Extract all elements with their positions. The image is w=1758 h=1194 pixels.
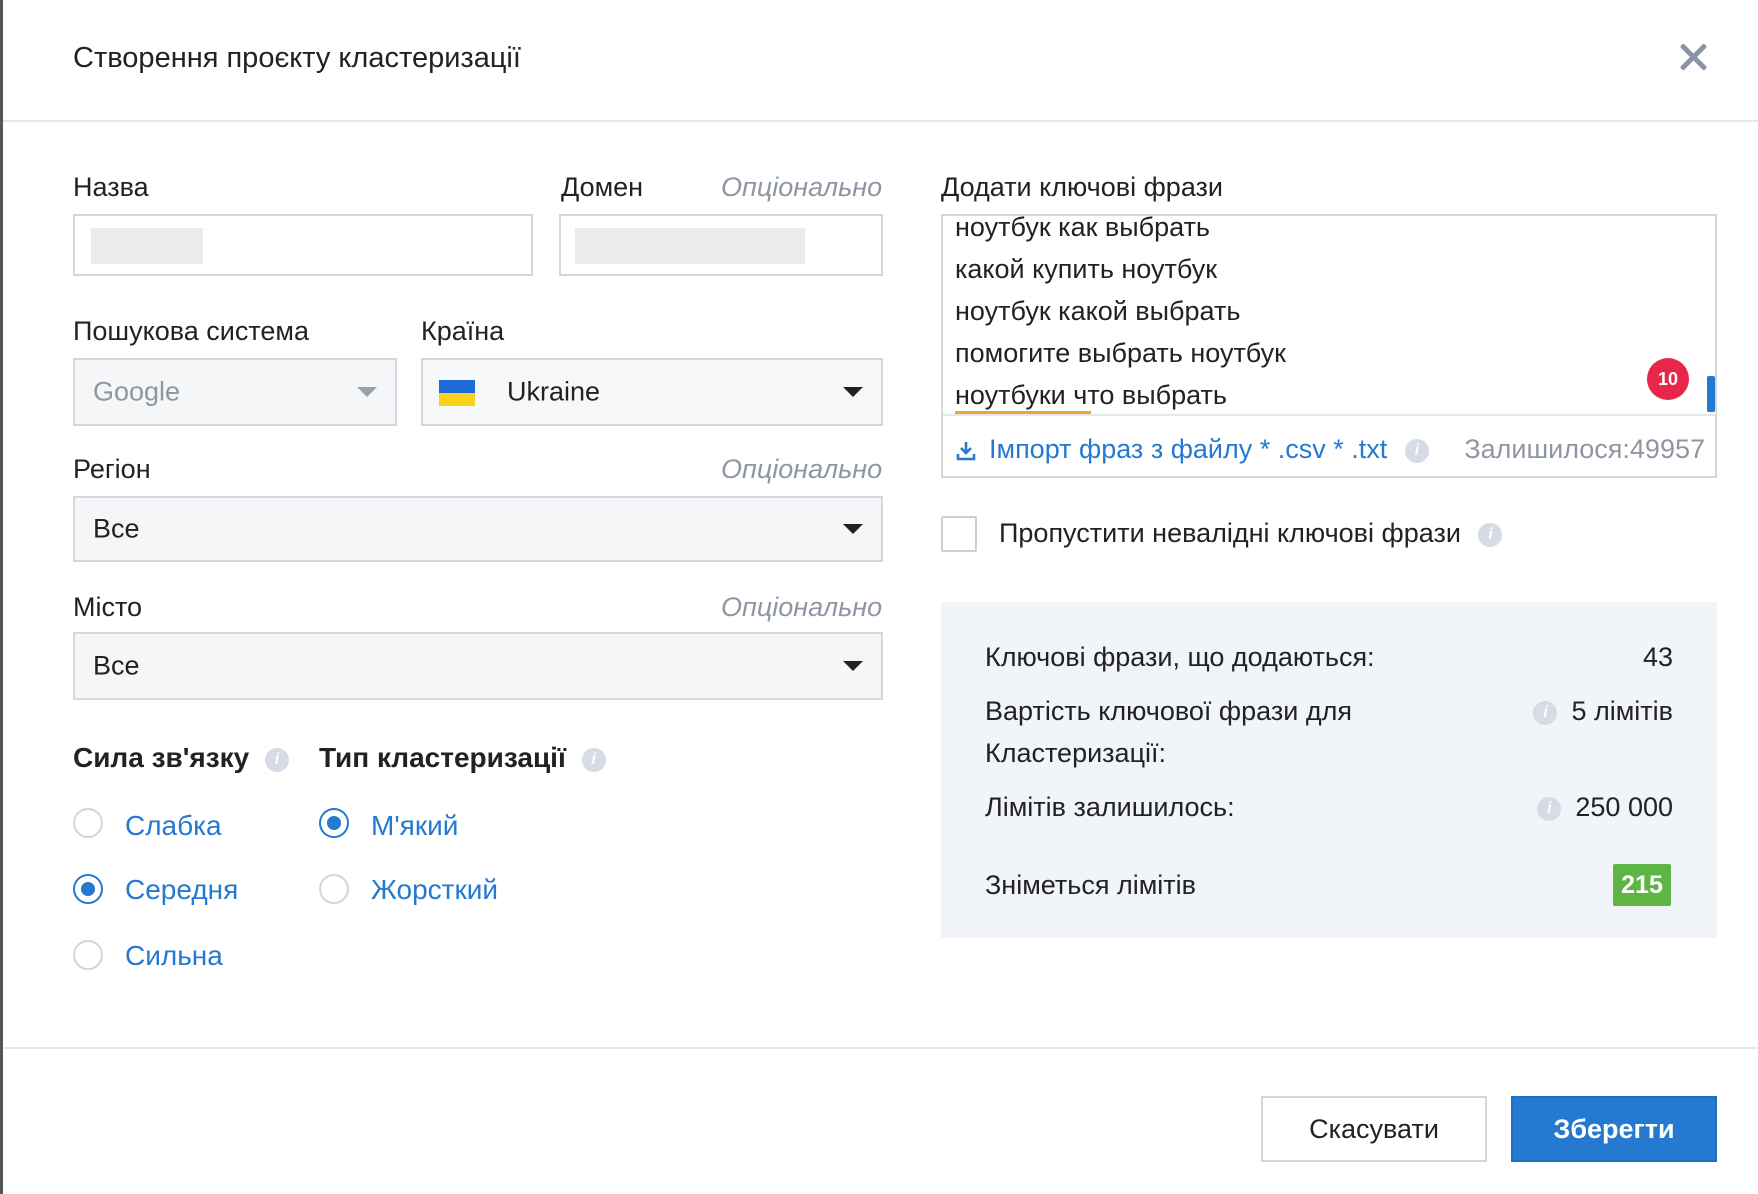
save-button[interactable]: Зберегти bbox=[1511, 1096, 1717, 1162]
city-select[interactable]: Все bbox=[73, 632, 883, 700]
chevron-down-icon bbox=[843, 387, 863, 397]
search-engine-value: Google bbox=[93, 376, 181, 407]
domain-optional-hint: Опціонально bbox=[721, 172, 883, 202]
limits-left-value: 250 000 bbox=[1575, 792, 1673, 822]
domain-input[interactable] bbox=[559, 214, 883, 276]
keywords-label: Додати ключові фрази bbox=[941, 172, 1223, 202]
remaining-count: Залишилося:49957 bbox=[1464, 434, 1705, 464]
link-strong-label[interactable]: Сильна bbox=[125, 940, 223, 972]
dialog-title: Створення проєкту кластеризації bbox=[73, 42, 521, 74]
cost-value: 5 лімітів bbox=[1571, 696, 1673, 726]
name-input[interactable] bbox=[73, 214, 533, 276]
region-value: Все bbox=[93, 513, 140, 544]
import-file-link[interactable]: Імпорт фраз з файлу * .csv * .txt i bbox=[955, 434, 1429, 465]
country-select[interactable]: Ukraine bbox=[421, 358, 883, 426]
link-strength-label: Сила зв'язку bbox=[73, 742, 250, 773]
country-value: Ukraine bbox=[507, 376, 601, 407]
keyword-line: ноутбук как выбрать bbox=[955, 214, 1210, 242]
keywords-textarea[interactable]: ноутбук как выбрать какой купить ноутбук… bbox=[941, 214, 1717, 478]
region-select[interactable]: Все bbox=[73, 496, 883, 562]
added-keywords-label: Ключові фрази, що додаються: bbox=[985, 642, 1375, 672]
domain-label: Домен bbox=[561, 172, 644, 202]
keyword-line: какой купить ноутбук bbox=[955, 254, 1218, 284]
name-label: Назва bbox=[73, 172, 149, 202]
redacted-value bbox=[575, 228, 805, 264]
city-label: Місто bbox=[73, 592, 143, 622]
info-icon[interactable]: i bbox=[1537, 796, 1562, 821]
city-value: Все bbox=[93, 650, 140, 681]
chevron-down-icon bbox=[843, 524, 863, 534]
charge-badge: 215 bbox=[1613, 864, 1671, 906]
link-weak-label[interactable]: Слабка bbox=[125, 810, 222, 842]
radio-cluster-hard[interactable] bbox=[319, 874, 349, 904]
skip-invalid-checkbox[interactable] bbox=[941, 516, 977, 552]
cluster-soft-label[interactable]: М'який bbox=[371, 810, 458, 842]
keyword-line: помогите выбрать ноутбук bbox=[955, 338, 1286, 368]
redacted-value bbox=[91, 228, 203, 264]
cost-summary-panel: Ключові фрази, що додаються: 43 Вартість… bbox=[941, 602, 1717, 938]
skip-invalid-row: Пропустити невалідні ключові фрази i bbox=[999, 518, 1503, 549]
country-label: Країна bbox=[421, 316, 505, 346]
info-icon[interactable]: i bbox=[1533, 700, 1558, 725]
radio-link-medium[interactable] bbox=[73, 874, 103, 904]
dialog-header: Створення проєкту кластеризації bbox=[3, 0, 1758, 122]
cluster-type-label: Тип кластеризації bbox=[319, 742, 566, 773]
info-icon[interactable]: i bbox=[1478, 522, 1503, 547]
skip-invalid-label[interactable]: Пропустити невалідні ключові фрази bbox=[999, 518, 1461, 548]
search-engine-select[interactable]: Google bbox=[73, 358, 397, 426]
cost-label-line2: Кластеризації: bbox=[985, 738, 1167, 768]
cost-value-row: i 5 лімітів bbox=[1533, 696, 1673, 727]
added-keywords-value: 43 bbox=[1642, 642, 1673, 672]
info-icon[interactable]: i bbox=[1404, 438, 1429, 463]
region-label: Регіон bbox=[73, 454, 151, 484]
limits-left-label: Лімітів залишилось: bbox=[985, 792, 1235, 822]
city-optional-hint: Опціонально bbox=[721, 592, 883, 622]
region-optional-hint: Опціонально bbox=[721, 454, 883, 484]
limits-left-row: i 250 000 bbox=[1537, 792, 1673, 823]
download-icon bbox=[956, 441, 976, 461]
radio-cluster-soft[interactable] bbox=[319, 808, 349, 838]
cost-label-line1: Вартість ключової фрази для bbox=[985, 696, 1352, 726]
close-icon[interactable] bbox=[1673, 38, 1713, 78]
count-badge: 10 bbox=[1647, 358, 1689, 400]
info-icon[interactable]: i bbox=[581, 747, 606, 772]
divider bbox=[943, 414, 1715, 416]
import-file-label[interactable]: Імпорт фраз з файлу * .csv * .txt bbox=[989, 434, 1387, 464]
divider bbox=[3, 1047, 1758, 1049]
cluster-hard-label[interactable]: Жорсткий bbox=[371, 874, 498, 906]
scrollbar-thumb[interactable] bbox=[1707, 376, 1715, 412]
radio-link-weak[interactable] bbox=[73, 808, 103, 838]
ukraine-flag-icon bbox=[439, 380, 475, 406]
radio-link-strong[interactable] bbox=[73, 940, 103, 970]
charge-label: Зніметься лімітів bbox=[985, 870, 1196, 900]
search-engine-label: Пошукова система bbox=[73, 316, 310, 346]
info-icon[interactable]: i bbox=[264, 747, 289, 772]
cluster-type-heading: Тип кластеризації i bbox=[319, 742, 606, 774]
link-medium-label[interactable]: Середня bbox=[125, 874, 238, 906]
link-strength-heading: Сила зв'язку i bbox=[73, 742, 289, 774]
chevron-down-icon bbox=[843, 661, 863, 671]
chevron-down-icon bbox=[357, 387, 377, 397]
create-clustering-project-dialog: Створення проєкту кластеризації Назва До… bbox=[0, 0, 1758, 1194]
keyword-line: ноутбуки что выбрать bbox=[955, 380, 1227, 410]
cancel-button[interactable]: Скасувати bbox=[1261, 1096, 1487, 1162]
keyword-line: ноутбук какой выбрать bbox=[955, 296, 1241, 326]
